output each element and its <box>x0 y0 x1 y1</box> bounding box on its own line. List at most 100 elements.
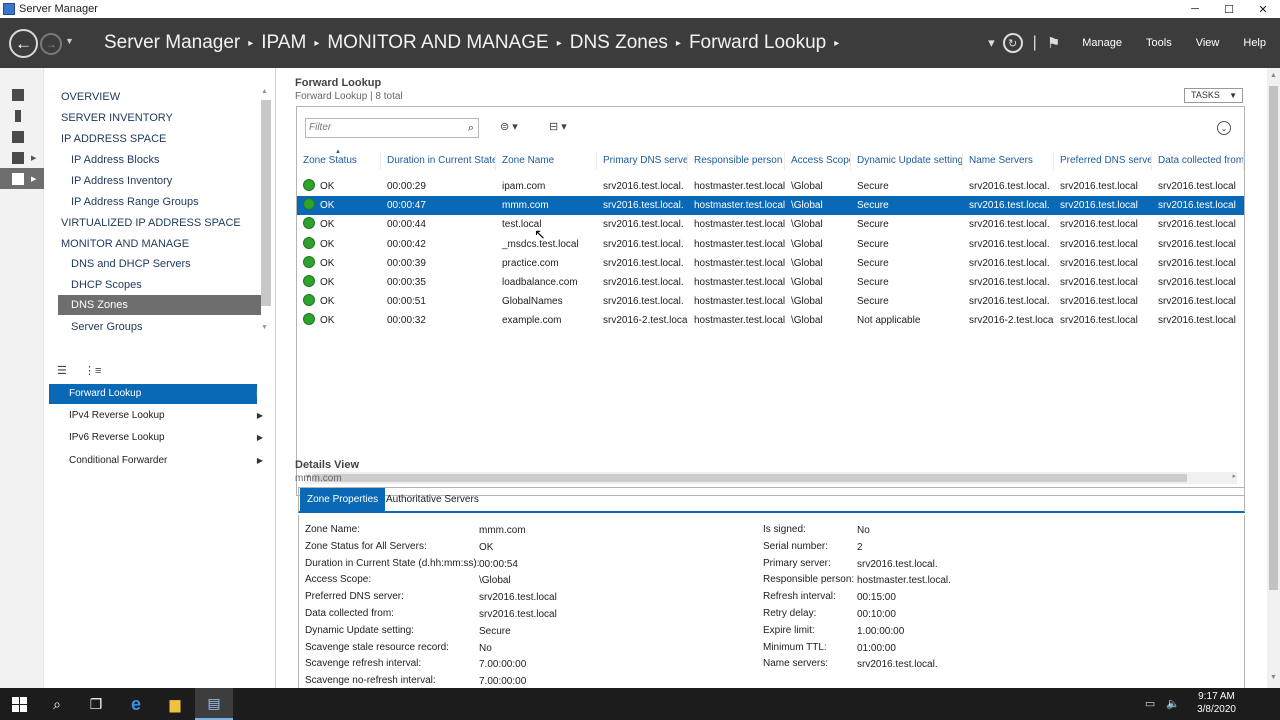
property-label: Preferred DNS server: <box>305 591 404 603</box>
col-dynamic-update-header[interactable]: Dynamic Update setting <box>851 152 963 170</box>
local-server-nav[interactable] <box>0 105 44 126</box>
list-view-icon[interactable]: ☰ <box>57 365 67 377</box>
col-zone-name-header[interactable]: Zone Name <box>496 152 597 170</box>
file-storage-nav[interactable]: ▶ <box>0 147 44 168</box>
table-row[interactable]: OK 00:00:32 example.com srv2016-2.test.loca… <box>297 311 1244 330</box>
taskbar-clock[interactable]: 9:17 AM 3/8/2020 <box>1197 690 1236 716</box>
breadcrumb-dns-zones[interactable]: DNS Zones <box>570 32 668 54</box>
volume-icon[interactable]: 🔈 <box>1166 698 1180 710</box>
col-data-collected-header[interactable]: Data collected from <box>1152 152 1244 170</box>
col-duration-header[interactable]: Duration in Current State <box>381 152 496 170</box>
table-row[interactable]: OK 00:00:51 GlobalNames srv2016.test.local.… <box>297 292 1244 311</box>
col-responsible-person-header[interactable]: Responsible person <box>688 152 785 170</box>
forward-button[interactable]: → <box>40 33 62 55</box>
subnav-ipv4-reverse-lookup[interactable]: IPv4 Reverse Lookup ▶ <box>49 406 263 426</box>
nav-ip-address-blocks[interactable]: IP Address Blocks <box>71 154 159 166</box>
table-row[interactable]: OK 00:00:47 mmm.com srv2016.test.local. host… <box>297 196 1244 216</box>
menu-help[interactable]: Help <box>1243 37 1266 49</box>
breadcrumb-monitor-and-manage[interactable]: MONITOR AND MANAGE <box>327 32 548 54</box>
col-responsible-person-cell: hostmaster.test.local. <box>688 215 785 234</box>
search-icon[interactable]: ⌕ <box>38 688 76 720</box>
page-scroll-thumb[interactable] <box>1269 86 1278 590</box>
scroll-down-icon[interactable]: ▼ <box>1270 674 1277 681</box>
server-manager-taskbar-icon[interactable]: ▤ <box>195 688 233 720</box>
col-preferred-dns-header[interactable]: Preferred DNS server <box>1054 152 1152 170</box>
col-preferred-dns-cell: srv2016.test.local <box>1054 235 1152 254</box>
nav-dns-zones[interactable]: DNS Zones <box>58 295 261 315</box>
page-vertical-scrollbar[interactable]: ▲ ▼ <box>1267 68 1280 688</box>
table-row[interactable]: OK 00:00:42 _msdcs.test.local srv2016.test.… <box>297 235 1244 254</box>
search-icon[interactable]: ⌕ <box>468 119 474 137</box>
col-data-collected-cell: srv2016.test.local <box>1152 196 1244 215</box>
grid-horizontal-scrollbar[interactable]: ◂ ▸ <box>305 472 1237 484</box>
nav-server-groups[interactable]: Server Groups <box>71 321 143 333</box>
nav-scrollbar[interactable]: ▲ ▼ <box>260 86 272 336</box>
maximize-button[interactable]: ☐ <box>1212 0 1246 18</box>
table-row[interactable]: OK 00:00:39 practice.com srv2016.test.local… <box>297 254 1244 273</box>
filter-input[interactable]: Filter ⌕ <box>305 118 479 138</box>
scroll-up-icon[interactable]: ▲ <box>1270 72 1277 79</box>
col-zone-status-header[interactable]: Zone Status <box>297 152 381 170</box>
close-button[interactable]: ✕ <box>1246 0 1280 18</box>
tree-view-icon[interactable]: ⋮≡ <box>84 365 101 377</box>
property-label: Scavenge refresh interval: <box>305 658 422 670</box>
col-name-servers-header[interactable]: Name Servers <box>963 152 1054 170</box>
start-button[interactable] <box>0 688 38 720</box>
history-dropdown-icon[interactable]: ▼ <box>65 36 74 46</box>
refresh-icon[interactable]: ↻ <box>1002 33 1023 53</box>
internet-explorer-icon[interactable]: e <box>117 688 155 720</box>
nav-dns-dhcp-servers[interactable]: DNS and DHCP Servers <box>71 258 191 270</box>
breadcrumb-server-manager[interactable]: Server Manager <box>104 32 240 54</box>
menu-tools[interactable]: Tools <box>1146 37 1172 49</box>
breadcrumb-forward-lookup[interactable]: Forward Lookup <box>689 32 826 54</box>
dropdown-icon[interactable]: ▾ <box>988 35 995 51</box>
nav-dhcp-scopes[interactable]: DHCP Scopes <box>71 279 142 291</box>
ipam-nav[interactable]: ▶ <box>0 168 44 189</box>
table-row[interactable]: OK 00:00:44 test.local srv2016.test.local. h… <box>297 215 1244 234</box>
nav-server-inventory[interactable]: SERVER INVENTORY <box>61 112 173 124</box>
tab-authoritative-servers[interactable]: Authoritative Servers <box>379 488 486 512</box>
subnav-ipv6-reverse-lookup[interactable]: IPv6 Reverse Lookup ▶ <box>49 428 263 448</box>
caret-down-icon: ▼ <box>1229 91 1237 100</box>
table-row[interactable]: OK 00:00:29 ipam.com srv2016.test.local. hos… <box>297 177 1244 196</box>
details-title: Details View <box>295 459 359 471</box>
dashboard-nav[interactable] <box>0 84 44 105</box>
clock-time: 9:17 AM <box>1198 691 1235 702</box>
menu-manage[interactable]: Manage <box>1082 37 1122 49</box>
grid-scroll-thumb[interactable] <box>313 474 1187 482</box>
col-access-scope-header[interactable]: Access Scope <box>785 152 851 170</box>
tasks-button[interactable]: TASKS ▼ <box>1184 88 1243 103</box>
nav-ip-address-range-groups[interactable]: IP Address Range Groups <box>71 196 199 208</box>
nav-overview[interactable]: OVERVIEW <box>61 91 120 103</box>
list-options-button[interactable]: ⊜ ▾ <box>500 120 518 133</box>
save-query-button[interactable]: ⊟ ▾ <box>549 120 567 133</box>
col-dynamic-update-cell: Secure <box>851 235 963 254</box>
scroll-up-icon[interactable]: ▲ <box>261 88 268 95</box>
expand-collapse-icon[interactable]: ⌄ <box>1217 121 1231 135</box>
property-value: 7.00:00:00 <box>479 659 527 671</box>
nav-scroll-thumb[interactable] <box>261 100 271 306</box>
network-icon[interactable]: ▭ <box>1145 698 1155 710</box>
back-button[interactable]: ← <box>9 29 38 58</box>
cell-text: srv2016.test.local <box>1158 238 1236 250</box>
nav-virtualized-ip-address-space[interactable]: VIRTUALIZED IP ADDRESS SPACE <box>61 217 241 229</box>
subnav-conditional-forwarder[interactable]: Conditional Forwarder ▶ <box>49 451 263 471</box>
nav-monitor-and-manage[interactable]: MONITOR AND MANAGE <box>61 238 189 250</box>
file-explorer-icon[interactable]: ▆ <box>156 688 194 720</box>
cell-text: GlobalNames <box>502 296 563 308</box>
breadcrumb-ipam[interactable]: IPAM <box>261 32 306 54</box>
scroll-down-icon[interactable]: ▼ <box>261 324 268 331</box>
subnav-forward-lookup[interactable]: Forward Lookup ▶ <box>49 384 263 404</box>
nav-ip-address-inventory[interactable]: IP Address Inventory <box>71 175 172 187</box>
nav-ip-address-space[interactable]: IP ADDRESS SPACE <box>61 133 166 145</box>
task-view-icon[interactable]: ❐ <box>77 688 115 720</box>
all-servers-nav[interactable] <box>0 126 44 147</box>
table-row[interactable]: OK 00:00:35 loadbalance.com srv2016.test.lo… <box>297 273 1244 292</box>
col-preferred-dns-cell: srv2016.test.local <box>1054 292 1152 311</box>
col-primary-dns-header[interactable]: Primary DNS server <box>597 152 688 170</box>
notifications-flag-icon[interactable]: ⚑ <box>1047 34 1060 52</box>
minimize-button[interactable]: ─ <box>1178 0 1212 18</box>
scroll-right-icon[interactable]: ▸ <box>1232 472 1236 480</box>
tab-zone-properties[interactable]: Zone Properties <box>300 488 386 512</box>
menu-view[interactable]: View <box>1196 37 1220 49</box>
